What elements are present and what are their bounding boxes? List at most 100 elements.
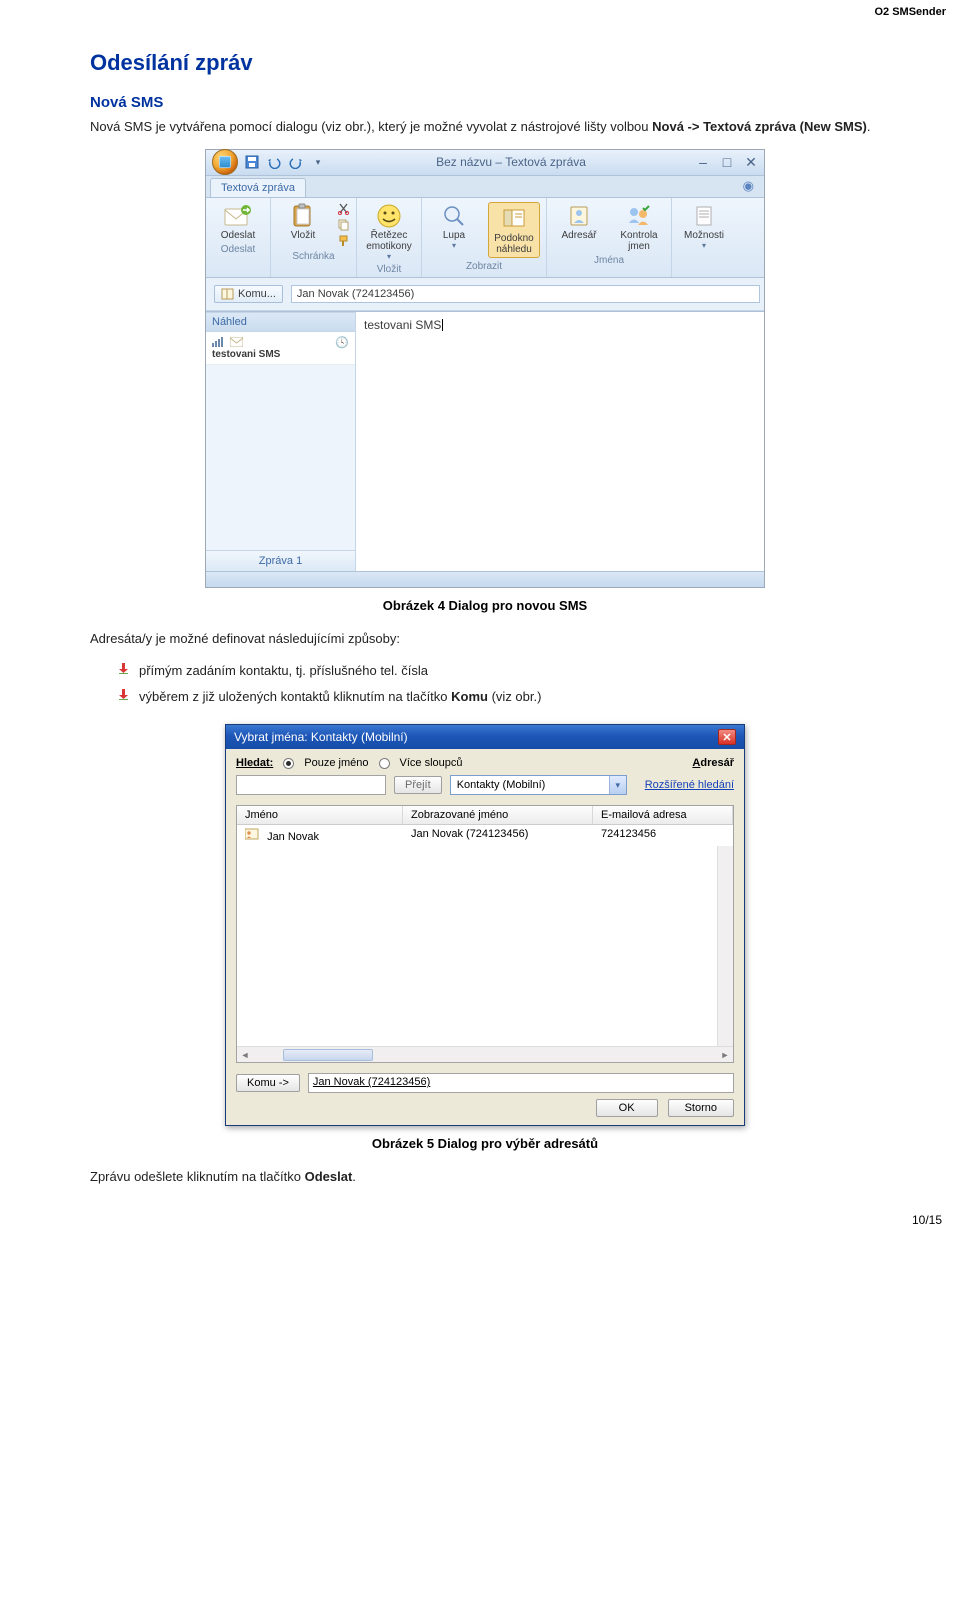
address-book-button[interactable]: Adresář <box>553 202 605 241</box>
minimize-icon[interactable]: – <box>696 154 710 171</box>
format-painter-icon[interactable] <box>337 234 350 248</box>
close-icon[interactable]: ✕ <box>744 154 758 171</box>
ribbon-group-zobrazit: Lupa ▾ Podokno náhledu Zobrazit <box>422 198 547 277</box>
envelope-send-icon <box>223 202 253 230</box>
group-label-vlozit: Vložit <box>363 264 415 275</box>
maximize-icon[interactable]: □ <box>720 154 734 171</box>
message-body-input[interactable]: testovani SMS <box>356 312 764 571</box>
signal-icon <box>212 337 224 347</box>
message-list-item[interactable]: 🕓 testovani SMS <box>206 332 355 365</box>
bullet-icon <box>118 663 129 674</box>
options-button[interactable]: Možnosti ▾ <box>678 202 730 250</box>
komu-value-input[interactable]: Jan Novak (724123456) <box>308 1073 734 1093</box>
preview-pane-button[interactable]: Podokno náhledu <box>488 202 540 258</box>
go-button[interactable]: Přejít <box>394 776 442 794</box>
contacts-listbox: Jméno Zobrazované jméno E-mailová adresa… <box>236 805 734 1063</box>
bullet-item-2: výběrem z již uložených kontaktů kliknut… <box>118 686 880 708</box>
advanced-search-link[interactable]: Rozšířené hledání <box>645 779 734 791</box>
komu-button[interactable]: Komu -> <box>236 1074 300 1092</box>
emoticon-button[interactable]: Řetězec emotikony ▾ <box>363 202 415 261</box>
cancel-button[interactable]: Storno <box>668 1099 734 1117</box>
row-name: Jan Novak <box>267 831 319 843</box>
group-label-odeslat: Odeslat <box>212 244 264 255</box>
fig5-caption: Obrázek 5 Dialog pro výběr adresátů <box>90 1136 880 1151</box>
check-names-button[interactable]: Kontrola jmen <box>613 202 665 252</box>
radio-more-columns[interactable] <box>379 758 390 769</box>
group-label-jmena: Jména <box>553 255 665 266</box>
clipboard-icon <box>288 202 318 230</box>
window-title: Bez názvu – Textová zpráva <box>326 155 696 169</box>
page-number: 10/15 <box>912 1213 942 1227</box>
bullet-list: přímým zadáním kontaktu, tj. příslušného… <box>118 660 880 708</box>
horizontal-scrollbar[interactable]: ◄ ► <box>237 1046 733 1062</box>
list-row[interactable]: Jan Novak Jan Novak (724123456) 72412345… <box>237 825 733 846</box>
search-label: Hledat: <box>236 757 273 769</box>
final-post: . <box>352 1169 356 1184</box>
zprava-tab[interactable]: Zpráva 1 <box>206 550 355 571</box>
search-input[interactable] <box>236 775 386 795</box>
options-label: Možnosti <box>684 230 724 241</box>
to-button-label: Komu... <box>238 288 276 300</box>
ribbon-group-odeslat: Odeslat Odeslat <box>206 198 271 277</box>
message-item-title: testovani SMS <box>212 349 349 360</box>
to-button[interactable]: Komu... <box>214 285 283 303</box>
ok-button[interactable]: OK <box>596 1099 658 1117</box>
undo-icon[interactable] <box>266 154 282 170</box>
paste-label: Vložit <box>291 230 315 241</box>
list-empty-area <box>237 846 733 1046</box>
zoom-label: Lupa <box>443 230 465 241</box>
ribbon-group-vlozit: Řetězec emotikony ▾ Vložit <box>357 198 422 277</box>
ribbon-tab[interactable]: Textová zpráva <box>210 178 306 197</box>
preview-header: Náhled <box>206 312 355 332</box>
col-email[interactable]: E-mailová adresa <box>593 806 733 824</box>
vertical-scrollbar[interactable] <box>717 846 733 1046</box>
bullet-2-pre: výběrem z již uložených kontaktů kliknut… <box>139 689 451 704</box>
col-display[interactable]: Zobrazované jméno <box>403 806 593 824</box>
row-display: Jan Novak (724123456) <box>403 825 593 846</box>
address-book-combo[interactable]: Kontakty (Mobilní) ▾ <box>450 775 627 795</box>
redo-icon[interactable] <box>288 154 304 170</box>
bullet-item-1: přímým zadáním kontaktu, tj. příslušného… <box>118 660 880 682</box>
scroll-left-icon[interactable]: ◄ <box>237 1050 253 1060</box>
after-fig4-text: Adresáta/y je možné definovat následujíc… <box>90 629 880 649</box>
message-compose-pane: testovani SMS <box>356 312 764 571</box>
subsection-title: Nová SMS <box>90 94 880 111</box>
contact-icon <box>245 828 259 840</box>
bullet-2-post: (viz obr.) <box>488 689 541 704</box>
ribbon-group-jmena: Adresář Kontrola jmen Jména <box>547 198 672 277</box>
copy-icon[interactable] <box>337 218 350 232</box>
help-icon[interactable]: ◉ <box>743 178 760 197</box>
send-button[interactable]: Odeslat <box>212 202 264 241</box>
dialog-close-icon[interactable]: ✕ <box>718 729 736 745</box>
chevron-down-icon: ▾ <box>609 776 626 794</box>
address-book-label: Adresář <box>561 230 596 241</box>
dialog-title: Vybrat jména: Kontakty (Mobilní) <box>234 730 408 744</box>
fig5-dialog: Vybrat jména: Kontakty (Mobilní) ✕ Hleda… <box>225 724 745 1126</box>
final-bold: Odeslat <box>305 1169 353 1184</box>
row-email: 724123456 <box>593 825 733 846</box>
intro-pre: Nová SMS je vytvářena pomocí dialogu (vi… <box>90 119 652 134</box>
preview-pane: Náhled 🕓 testovani SMS Zp <box>206 312 356 571</box>
zoom-button[interactable]: Lupa ▾ <box>428 202 480 250</box>
qat-chevron-down-icon[interactable]: ▾ <box>310 154 326 170</box>
doc-header: O2 SMSender <box>874 6 946 18</box>
recipient-input[interactable]: Jan Novak (724123456) <box>291 285 760 303</box>
scroll-right-icon[interactable]: ► <box>717 1050 733 1060</box>
fig4-caption: Obrázek 4 Dialog pro novou SMS <box>90 598 880 613</box>
col-name[interactable]: Jméno <box>237 806 403 824</box>
check-names-label: Kontrola jmen <box>613 230 665 252</box>
scroll-thumb[interactable] <box>283 1049 373 1061</box>
radio-only-name[interactable] <box>283 758 294 769</box>
save-icon[interactable] <box>244 154 260 170</box>
fig4-titlebar: ▾ Bez názvu – Textová zpráva – □ ✕ <box>206 150 764 176</box>
address-book-value: Kontakty (Mobilní) <box>457 779 546 791</box>
ribbon-group-schranka: Vložit Schránka <box>271 198 357 277</box>
cut-icon[interactable] <box>337 202 350 216</box>
final-pre: Zprávu odešlete kliknutím na tlačítko <box>90 1169 305 1184</box>
envelope-small-icon <box>230 337 243 347</box>
office-orb-icon[interactable] <box>212 149 238 175</box>
clipboard-small-buttons <box>337 202 350 248</box>
group-label-zobrazit: Zobrazit <box>428 261 540 272</box>
radio-only-name-label: Pouze jméno <box>304 757 368 769</box>
paste-button[interactable]: Vložit <box>277 202 329 241</box>
